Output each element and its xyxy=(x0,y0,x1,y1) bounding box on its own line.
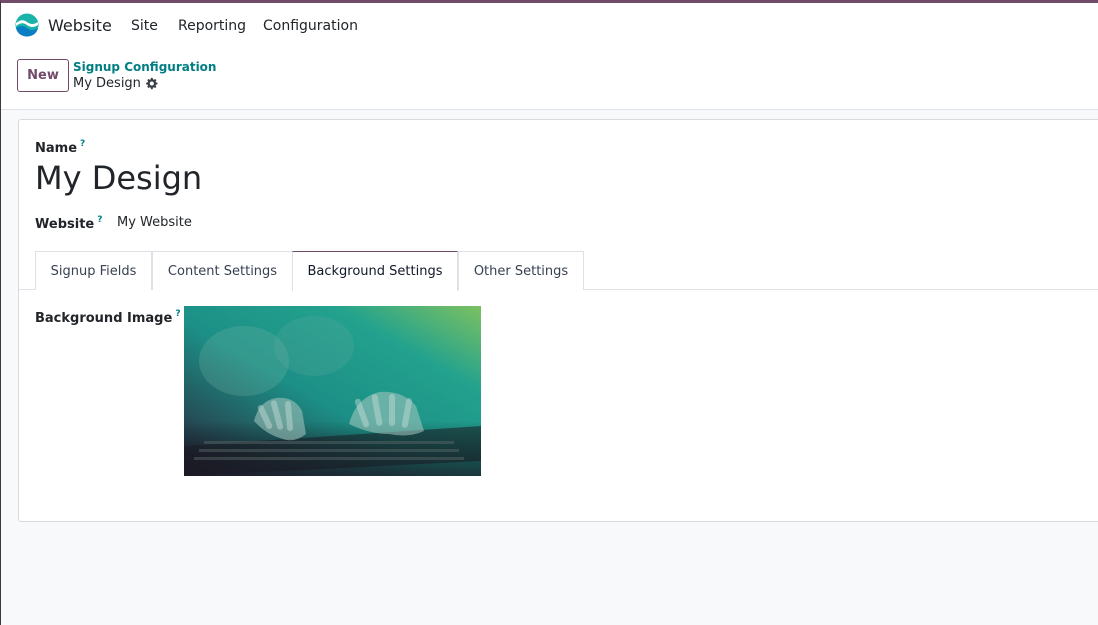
new-button[interactable]: New xyxy=(17,59,69,92)
name-label: Name xyxy=(35,141,78,156)
tab-other-settings[interactable]: Other Settings xyxy=(458,251,584,290)
breadcrumb-parent[interactable]: Signup Configuration xyxy=(73,60,216,74)
background-image-label: Background Image xyxy=(35,311,173,326)
website-label: Website xyxy=(35,217,95,232)
record-title[interactable]: My Design xyxy=(35,159,202,197)
website-field[interactable]: My Website xyxy=(117,215,192,230)
top-navbar: Website Site Reporting Configuration xyxy=(1,3,1098,48)
website-field-label: Website? xyxy=(35,213,102,232)
control-panel: New Signup Configuration My Design xyxy=(1,48,1098,110)
tab-content-settings[interactable]: Content Settings xyxy=(152,251,293,290)
menu-item-site[interactable]: Site xyxy=(131,18,158,34)
help-icon[interactable]: ? xyxy=(97,215,102,225)
name-field-label: Name? xyxy=(35,137,85,156)
breadcrumb-current: My Design xyxy=(73,76,141,91)
menu-item-configuration[interactable]: Configuration xyxy=(263,18,358,34)
background-image-field-label: Background Image? xyxy=(35,307,181,326)
menu-item-reporting[interactable]: Reporting xyxy=(178,18,246,34)
website-app-icon[interactable] xyxy=(15,12,39,38)
tab-signup-fields[interactable]: Signup Fields xyxy=(35,251,152,290)
app-name[interactable]: Website xyxy=(48,16,112,35)
background-image[interactable] xyxy=(184,306,481,476)
breadcrumb: My Design xyxy=(73,76,158,91)
notebook-tabs: Signup Fields Content Settings Backgroun… xyxy=(19,251,1098,291)
help-icon[interactable]: ? xyxy=(175,309,180,319)
gear-icon[interactable] xyxy=(145,77,158,90)
form-sheet: Name? My Design Website? My Website Sign… xyxy=(18,119,1098,522)
help-icon[interactable]: ? xyxy=(80,139,85,149)
tab-background-settings[interactable]: Background Settings xyxy=(292,251,458,291)
